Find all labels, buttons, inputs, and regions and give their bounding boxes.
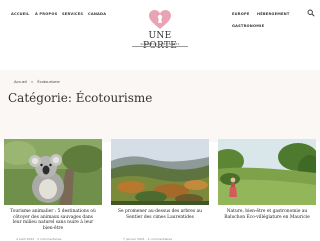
search-icon[interactable] (307, 9, 315, 17)
nav-item-services[interactable]: SERVICES (62, 12, 83, 16)
breadcrumb-separator: » (31, 80, 34, 84)
breadcrumb: Accueil » Écotourisme (14, 80, 63, 84)
article-image-koala[interactable] (4, 139, 102, 205)
article-card[interactable]: Tourisme animalier : 5 destinations où c… (4, 139, 102, 241)
logo-title: UNE PORTE (142, 31, 178, 51)
article-title[interactable]: Nature, bien-être et gastronomie au Balu… (222, 209, 312, 220)
nav-item-europe[interactable]: EUROPE (232, 12, 249, 16)
nav-item-canada[interactable]: CANADA (88, 12, 106, 16)
article-card[interactable]: Se promener au-dessus des arbres au Sent… (111, 139, 209, 241)
logo-subtitle: SUR DEUX CONTINENTS (140, 42, 180, 46)
article-title[interactable]: Se promener au-dessus des arbres au Sent… (115, 209, 205, 220)
nav-item-accueil[interactable]: ACCUEIL (11, 12, 29, 16)
logo-divider (132, 46, 188, 47)
article-card[interactable]: Nature, bien-être et gastronomie au Balu… (218, 139, 316, 240)
top-navigation: ACCUEIL À PROPOS SERVICES CANADA UNE POR… (0, 0, 320, 58)
breadcrumb-current: Écotourisme (37, 80, 60, 84)
breadcrumb-home[interactable]: Accueil (14, 80, 27, 84)
site-logo[interactable]: UNE PORTE SUR DEUX CONTINENTS (130, 10, 190, 56)
nav-item-hebergement[interactable]: HÉBERGEMENT (257, 12, 290, 16)
article-image-forest-canopy[interactable] (111, 139, 209, 205)
article-image-nature-walk[interactable] (218, 139, 316, 205)
article-meta: 7 janvier 2021 · 4 commentaires (123, 237, 172, 241)
article-meta: 4 août 2022 · 2 commentaires (16, 237, 62, 241)
article-title[interactable]: Tourisme animalier : 5 destinations où c… (8, 209, 98, 231)
page-title: Catégorie: Écotourisme (8, 91, 153, 105)
heart-keyhole-icon (149, 10, 171, 29)
nav-item-gastronomie[interactable]: GASTRONOMIE (232, 24, 264, 28)
nav-item-a-propos[interactable]: À PROPOS (35, 12, 57, 16)
